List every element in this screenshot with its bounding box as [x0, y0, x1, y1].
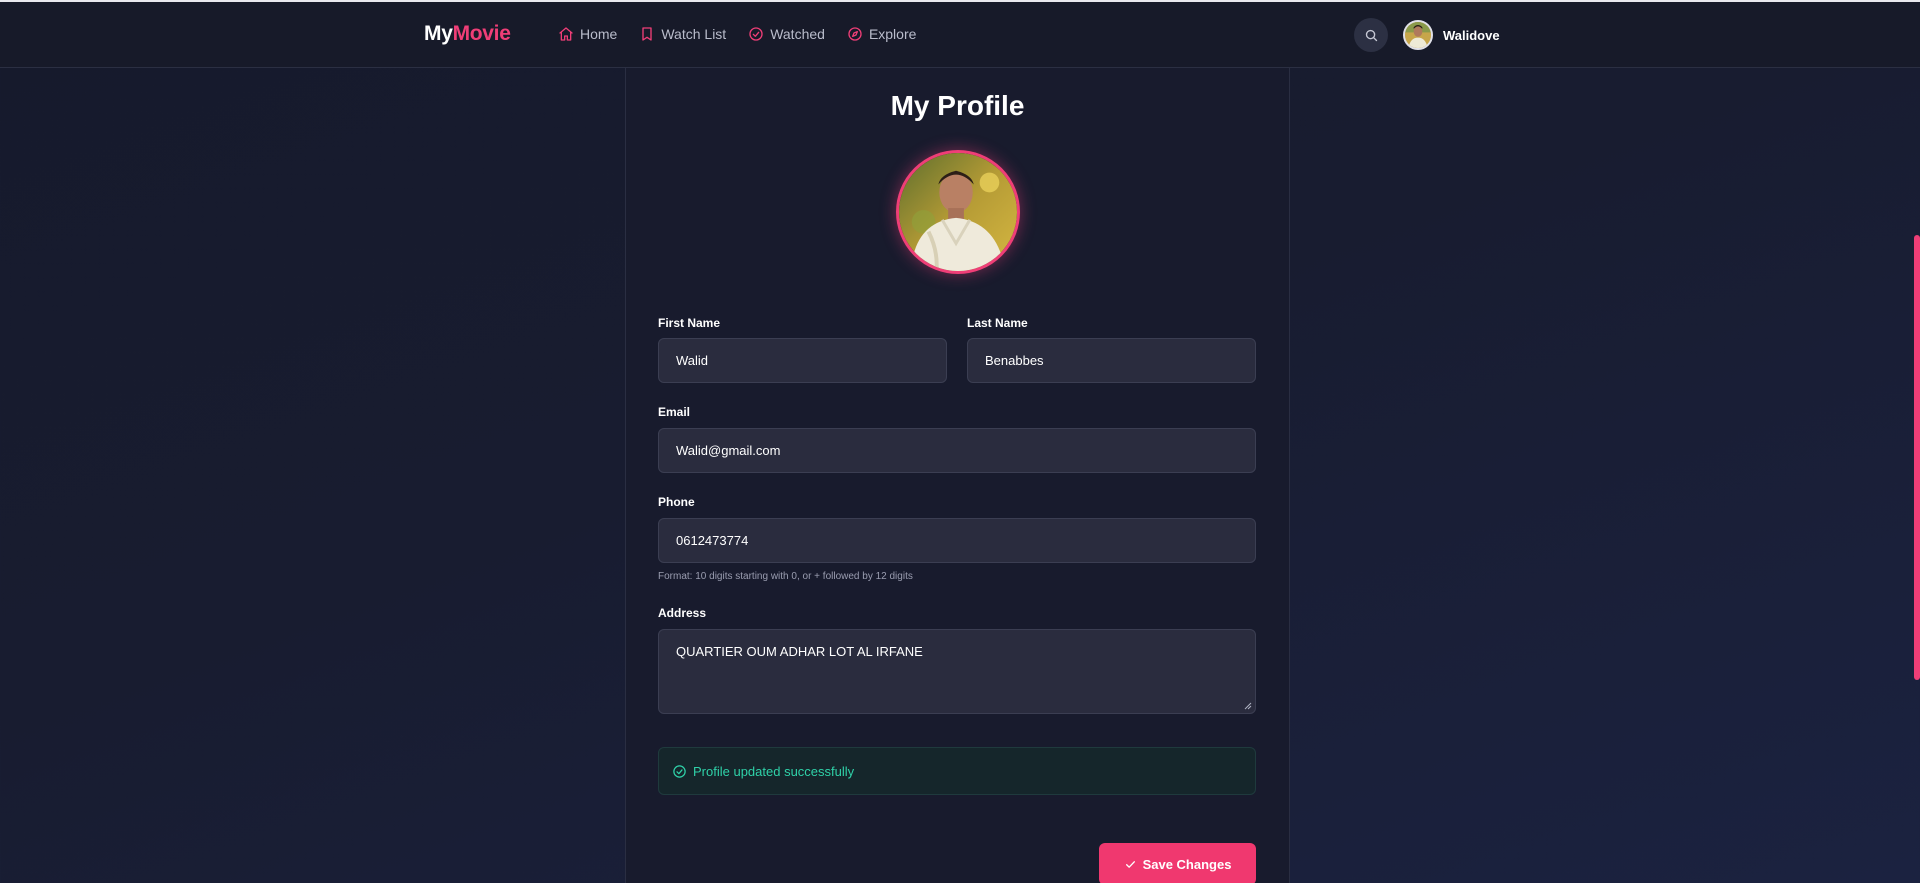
- check-circle-icon: [749, 27, 763, 41]
- user-avatar-image: [1405, 22, 1431, 48]
- nav-item-watched-label: Watched: [770, 26, 825, 42]
- search-button[interactable]: [1354, 18, 1388, 52]
- first-name-input[interactable]: Walid: [658, 338, 947, 383]
- last-name-input[interactable]: Benabbes: [967, 338, 1256, 383]
- nav-item-home-label: Home: [580, 26, 618, 42]
- search-icon: [1365, 29, 1377, 41]
- user-menu[interactable]: Walidove: [1403, 20, 1500, 50]
- address-textarea[interactable]: QUARTIER OUM ADHAR LOT AL IRFANE: [658, 629, 1256, 714]
- check-circle-icon: [673, 764, 686, 778]
- bookmark-icon: [642, 27, 653, 41]
- profile-photo: [899, 153, 1017, 271]
- last-name-label: Last Name: [967, 316, 1028, 330]
- home-icon: [559, 27, 573, 41]
- nav-item-watched[interactable]: Watched: [748, 26, 825, 42]
- compass-icon: [848, 27, 862, 41]
- page-title: My Profile: [890, 90, 1025, 121]
- phone-format-hint: Format: 10 digits starting with 0, or + …: [658, 571, 913, 582]
- top-navbar: MyMovie Home Watch List Watched Explore: [0, 2, 1920, 68]
- nav-item-explore-label: Explore: [868, 26, 917, 42]
- logo-text-movie: Movie: [452, 22, 511, 45]
- nav-item-explore[interactable]: Explore: [847, 26, 916, 42]
- user-avatar: [1403, 20, 1433, 50]
- nav-item-home[interactable]: Home: [558, 26, 617, 42]
- phone-input[interactable]: 0612473774: [658, 518, 1256, 563]
- profile-avatar[interactable]: [896, 150, 1020, 274]
- email-label: Email: [658, 405, 691, 419]
- profile-panel: My Profile First Name Walid Last Name Be…: [625, 68, 1290, 883]
- nav-item-watch-list[interactable]: Watch List: [639, 26, 726, 42]
- nav-links: Home Watch List Watched Explore: [558, 26, 938, 42]
- resize-handle-icon[interactable]: [1244, 702, 1252, 710]
- success-message: Profile updated successfully: [693, 763, 855, 779]
- page-scrollbar-thumb[interactable]: [1914, 235, 1920, 680]
- email-input[interactable]: Walid@gmail.com: [658, 428, 1256, 473]
- address-label: Address: [658, 606, 707, 620]
- address-value: QUARTIER OUM ADHAR LOT AL IRFANE: [676, 644, 923, 659]
- phone-label: Phone: [658, 495, 695, 509]
- success-alert: Profile updated successfully: [658, 747, 1256, 795]
- check-icon: [1125, 860, 1135, 868]
- save-changes-label: Save Changes: [1142, 856, 1232, 872]
- nav-item-watch-list-label: Watch List: [661, 26, 727, 42]
- app-logo[interactable]: MyMovie: [424, 22, 511, 46]
- user-name: Walidove: [1443, 27, 1500, 43]
- save-changes-button[interactable]: Save Changes: [1099, 843, 1256, 883]
- logo-text-my: My: [424, 22, 453, 45]
- first-name-label: First Name: [658, 316, 721, 330]
